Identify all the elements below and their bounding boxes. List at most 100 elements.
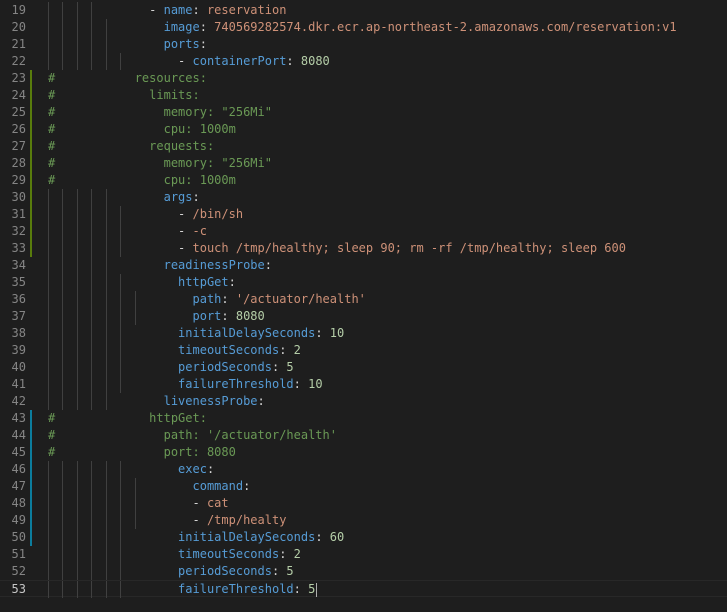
- added-lines-marker[interactable]: [30, 121, 32, 138]
- code-line[interactable]: 45 # port: 8080: [0, 444, 727, 461]
- code-token: -: [48, 224, 193, 238]
- code-line[interactable]: 24 # limits:: [0, 87, 727, 104]
- added-lines-marker[interactable]: [30, 240, 32, 257]
- code-line[interactable]: 31 - /bin/sh: [0, 206, 727, 223]
- code-line[interactable]: 42 livenessProbe:: [0, 393, 727, 410]
- modified-lines-marker[interactable]: [30, 444, 32, 461]
- code-line[interactable]: 50 initialDelaySeconds: 60: [0, 529, 727, 546]
- code-token: 2: [293, 547, 301, 561]
- code-line[interactable]: 53 failureThreshold: 5: [0, 580, 727, 598]
- text-cursor: [316, 582, 318, 597]
- code-line[interactable]: 28 # memory: "256Mi": [0, 155, 727, 172]
- code-line[interactable]: 43 # httpGet:: [0, 410, 727, 427]
- code-text: # resources:: [48, 70, 207, 87]
- code-token: initialDelaySeconds: [178, 326, 316, 340]
- line-number: 28: [11, 156, 26, 170]
- added-lines-marker[interactable]: [30, 206, 32, 223]
- line-number: 38: [11, 326, 26, 340]
- code-line[interactable]: 41 failureThreshold: 10: [0, 376, 727, 393]
- added-lines-marker[interactable]: [30, 70, 32, 87]
- modified-lines-marker[interactable]: [30, 529, 32, 546]
- modified-lines-marker[interactable]: [30, 512, 32, 529]
- code-token: 8080: [300, 54, 330, 68]
- code-line[interactable]: 25 # memory: "256Mi": [0, 104, 727, 121]
- added-lines-marker[interactable]: [30, 189, 32, 206]
- code-line[interactable]: 20 image: 740569282574.dkr.ecr.ap-northe…: [0, 19, 727, 36]
- code-line[interactable]: 32 - -c: [0, 223, 727, 240]
- code-text: # cpu: 1000m: [48, 121, 236, 138]
- added-lines-marker[interactable]: [30, 172, 32, 189]
- code-text: # memory: "256Mi": [48, 104, 272, 121]
- line-number: 41: [11, 377, 26, 391]
- added-lines-marker[interactable]: [30, 155, 32, 172]
- code-line[interactable]: 39 timeoutSeconds: 2: [0, 342, 727, 359]
- modified-lines-marker[interactable]: [30, 427, 32, 444]
- code-line[interactable]: 47 command:: [0, 478, 727, 495]
- line-number: 22: [11, 54, 26, 68]
- line-number: 45: [11, 445, 26, 459]
- code-token: /tmp/healty: [206, 513, 287, 527]
- code-text: initialDelaySeconds: 10: [48, 325, 344, 342]
- code-token: :: [286, 54, 301, 68]
- code-line[interactable]: 49 - /tmp/healty: [0, 512, 727, 529]
- added-lines-marker[interactable]: [30, 87, 32, 104]
- code-token: :: [206, 462, 215, 476]
- line-number: 48: [11, 496, 26, 510]
- modified-lines-marker[interactable]: [30, 410, 32, 427]
- code-token: # memory: "256Mi": [48, 105, 272, 119]
- code-line[interactable]: 22 - containerPort: 8080: [0, 53, 727, 70]
- code-token: -: [48, 513, 207, 527]
- code-token: 8080: [235, 309, 265, 323]
- added-lines-marker[interactable]: [30, 138, 32, 155]
- line-number: 31: [11, 207, 26, 221]
- code-line[interactable]: 51 timeoutSeconds: 2: [0, 546, 727, 563]
- code-line[interactable]: 33 - touch /tmp/healthy; sleep 90; rm -r…: [0, 240, 727, 257]
- line-number: 37: [11, 309, 26, 323]
- code-token: -: [48, 496, 207, 510]
- code-token: cat: [206, 496, 229, 510]
- code-token: ports: [163, 37, 200, 51]
- line-number: 40: [11, 360, 26, 374]
- line-number: 43: [11, 411, 26, 425]
- code-text: failureThreshold: 5: [48, 581, 318, 598]
- code-line[interactable]: 21 ports:: [0, 36, 727, 53]
- code-line[interactable]: 52 periodSeconds: 5: [0, 563, 727, 580]
- code-editor[interactable]: 19 - name: reservation 20 image: 74056928…: [0, 0, 727, 612]
- code-line[interactable]: 40 periodSeconds: 5: [0, 359, 727, 376]
- code-line[interactable]: 26 # cpu: 1000m: [0, 121, 727, 138]
- code-line[interactable]: 35 httpGet:: [0, 274, 727, 291]
- code-text: failureThreshold: 10: [48, 376, 323, 393]
- code-line[interactable]: 38 initialDelaySeconds: 10: [0, 325, 727, 342]
- code-line[interactable]: 46 exec:: [0, 461, 727, 478]
- code-token: 10: [329, 326, 345, 340]
- code-line[interactable]: 29 # cpu: 1000m: [0, 172, 727, 189]
- code-token: -: [48, 241, 193, 255]
- modified-lines-marker[interactable]: [30, 461, 32, 478]
- code-token: name: [163, 3, 193, 17]
- code-line[interactable]: 34 readinessProbe:: [0, 257, 727, 274]
- code-text: - /bin/sh: [48, 206, 243, 223]
- modified-lines-marker[interactable]: [30, 495, 32, 512]
- code-line[interactable]: 36 path: '/actuator/health': [0, 291, 727, 308]
- code-token: # path: '/actuator/health': [48, 428, 337, 442]
- code-line[interactable]: 37 port: 8080: [0, 308, 727, 325]
- code-line[interactable]: 19 - name: reservation: [0, 2, 727, 19]
- code-line[interactable]: 27 # requests:: [0, 138, 727, 155]
- code-line[interactable]: 48 - cat: [0, 495, 727, 512]
- added-lines-marker[interactable]: [30, 104, 32, 121]
- code-token: # cpu: 1000m: [48, 122, 236, 136]
- code-token: :: [243, 479, 251, 493]
- modified-lines-marker[interactable]: [30, 478, 32, 495]
- code-token: /bin/sh: [192, 207, 244, 221]
- added-lines-marker[interactable]: [30, 223, 32, 240]
- code-text: path: '/actuator/health': [48, 291, 366, 308]
- code-token: readinessProbe: [163, 258, 265, 272]
- code-line[interactable]: 23 # resources:: [0, 70, 727, 87]
- code-line[interactable]: 30 args:: [0, 189, 727, 206]
- code-token: :: [264, 258, 272, 272]
- code-line[interactable]: 44 # path: '/actuator/health': [0, 427, 727, 444]
